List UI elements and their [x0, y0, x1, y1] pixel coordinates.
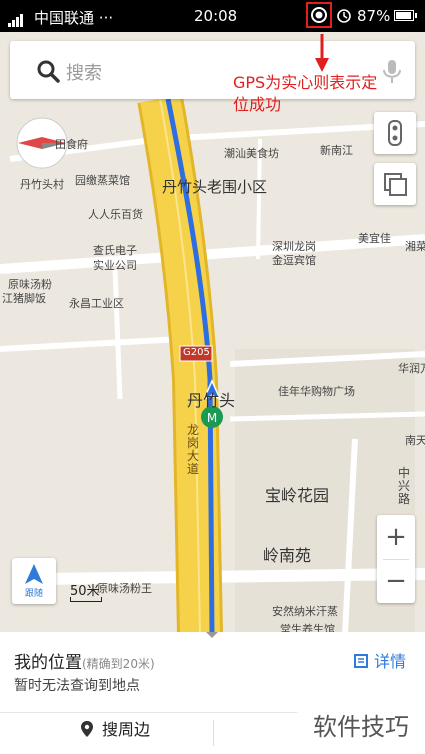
location-pin-icon — [81, 721, 93, 737]
map-poi[interactable]: 丹竹头村 — [20, 176, 64, 192]
station-label: 丹竹头 — [187, 391, 236, 410]
location-title: 我的位置(精确到20米) — [14, 653, 155, 673]
map-poi[interactable]: 美宜佳 — [358, 230, 391, 246]
map-poi[interactable]: 华润万 — [398, 360, 425, 376]
traffic-light-icon — [388, 120, 402, 146]
signal-icon — [8, 9, 24, 27]
map-poi[interactable]: 原味汤粉王 — [97, 580, 152, 596]
map-poi[interactable]: 金逗宾馆 — [272, 252, 316, 268]
map-poi[interactable]: 新南江 — [320, 142, 353, 158]
g205-road-label: G205 — [183, 347, 210, 358]
annotation-arrow — [315, 34, 329, 72]
search-icon — [37, 60, 60, 83]
follow-mode-button[interactable]: 跟随 — [12, 558, 56, 604]
map-poi[interactable]: 园缴蒸菜馆 — [75, 172, 130, 188]
side-road-label: 中兴路 — [398, 466, 411, 506]
nearby-button[interactable]: 搜周边 — [80, 716, 220, 750]
detail-icon — [354, 654, 368, 668]
alarm-icon — [336, 7, 352, 27]
map-area-label: 丹竹头老围小区 — [162, 178, 268, 196]
zoom-in-button[interactable]: + — [377, 515, 415, 559]
map-poi[interactable]: 江猪脚饭 — [2, 290, 46, 306]
gps-icon — [306, 2, 332, 28]
layers-toggle[interactable] — [374, 163, 416, 205]
scale-bar — [70, 597, 102, 602]
map-poi[interactable]: 人人乐百货 — [88, 206, 143, 222]
navigation-arrow-icon — [25, 564, 43, 584]
follow-mode-label: 跟随 — [24, 589, 43, 599]
detail-label: 详情 — [374, 652, 407, 671]
map-poi[interactable]: 实业公司 — [93, 257, 137, 273]
search-placeholder: 搜索 — [66, 63, 102, 84]
battery-icon — [394, 10, 417, 21]
map-poi[interactable]: 永昌工业区 — [69, 295, 124, 311]
traffic-toggle[interactable] — [374, 112, 416, 154]
annotation-text: GPS为实心则表示定位成功 — [233, 73, 378, 114]
location-subtitle: 暂时无法查询到地点 — [14, 678, 140, 694]
carrier-label: 中国联通 ··· — [34, 9, 114, 27]
map-area-label: 宝岭花园 — [265, 486, 330, 505]
layers-icon — [384, 173, 407, 196]
map-poi[interactable]: 田食府 — [55, 136, 88, 152]
nearby-label: 搜周边 — [102, 720, 151, 739]
map-poi[interactable]: 查氏电子 — [93, 242, 137, 258]
status-bar: 中国联通 ··· 20:08 87% — [0, 0, 425, 32]
map-poi[interactable]: 湘菜 — [405, 238, 425, 254]
map-poi[interactable]: 安然纳米汗蒸 — [272, 603, 338, 619]
watermark: 软件技巧 — [297, 694, 425, 754]
zoom-control: + − — [377, 515, 415, 603]
map-area-label: 岭南苑 — [263, 546, 312, 565]
detail-button[interactable]: 详情 — [354, 648, 406, 672]
accuracy-label: (精确到20米) — [82, 657, 155, 671]
collapse-handle-icon[interactable] — [202, 628, 222, 640]
map-poi[interactable]: 潮汕美食坊 — [224, 145, 279, 161]
battery-percent: 87% — [357, 7, 391, 25]
svg-text:M: M — [207, 411, 217, 425]
avenue-label: 龙岗大道 — [187, 423, 200, 476]
map-poi[interactable]: 佳年华购物广场 — [278, 383, 355, 399]
map-view[interactable]: M G205 丹竹头 龙岗大道 中兴路 田食府丹竹头村 园缴蒸菜馆人人乐百货 潮汕美… — [0, 99, 425, 636]
clock: 20:08 — [194, 7, 238, 25]
button-divider — [213, 720, 214, 746]
map-poi[interactable]: 南天 — [405, 432, 425, 448]
zoom-out-button[interactable]: − — [377, 559, 415, 603]
